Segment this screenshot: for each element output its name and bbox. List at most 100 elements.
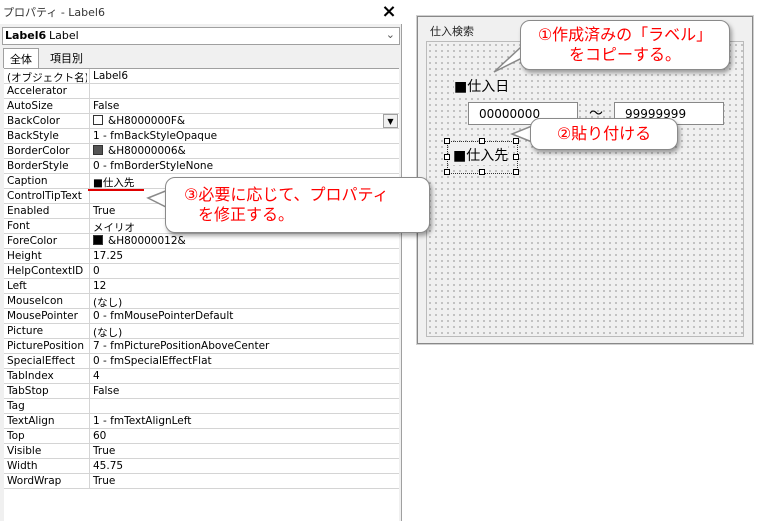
color-swatch-icon	[93, 115, 103, 125]
property-value[interactable]: &H8000000F&	[90, 115, 185, 127]
property-name: Left	[7, 280, 27, 292]
dropdown-arrow-icon[interactable]: ▼	[383, 114, 398, 128]
property-value[interactable]: False	[90, 100, 119, 112]
callout-step-3: ③必要に応じて、プロパティ を修正する。	[165, 177, 430, 233]
property-row[interactable]: TextAlign 1 - fmTextAlignLeft	[4, 414, 399, 429]
property-value[interactable]: 0 - fmSpecialEffectFlat	[90, 355, 212, 367]
resize-handle[interactable]	[444, 138, 450, 144]
property-row[interactable]: Left 12	[4, 279, 399, 294]
property-value-text: 1 - fmBackStyleOpaque	[93, 130, 218, 142]
property-value-text: Label6	[93, 70, 129, 82]
property-row[interactable]: (オブジェクト名) Label6	[4, 69, 399, 84]
resize-handle[interactable]	[479, 169, 485, 175]
property-value[interactable]: 4	[90, 370, 100, 382]
property-value[interactable]: 45.75	[90, 460, 123, 472]
property-row[interactable]: WordWrap True	[4, 474, 399, 489]
property-row[interactable]: BorderColor &H80000006&	[4, 144, 399, 159]
property-value[interactable]: Label6	[90, 70, 128, 82]
property-row[interactable]: MouseIcon (なし)	[4, 294, 399, 309]
label-purchase-date[interactable]: ■仕入日	[454, 76, 510, 96]
property-value-text: 0 - fmBorderStyleNone	[93, 160, 214, 172]
property-value[interactable]: 17.25	[90, 250, 123, 262]
property-value[interactable]: True	[90, 445, 115, 457]
object-type: Label	[49, 29, 79, 42]
property-value[interactable]: (なし)	[90, 325, 122, 340]
property-value[interactable]: 0 - fmBorderStyleNone	[90, 160, 213, 172]
property-row[interactable]: HelpContextID 0	[4, 264, 399, 279]
property-name: BackStyle	[7, 130, 59, 142]
resize-handle[interactable]	[444, 169, 450, 175]
property-value-text: &H80000012&	[108, 235, 186, 247]
property-value[interactable]: 0 - fmMousePointerDefault	[90, 310, 233, 322]
property-row[interactable]: Visible True	[4, 444, 399, 459]
property-name: (オブジェクト名)	[7, 72, 87, 84]
resize-handle[interactable]	[479, 138, 485, 144]
property-row[interactable]: Tag	[4, 399, 399, 414]
property-value-text: ■仕入先	[93, 177, 135, 189]
property-row[interactable]: TabStop False	[4, 384, 399, 399]
object-select[interactable]: Label6 Label ⌄	[2, 27, 400, 45]
property-value-text: 17.25	[93, 250, 124, 262]
property-row[interactable]: BackStyle 1 - fmBackStyleOpaque	[4, 129, 399, 144]
property-row[interactable]: Height 17.25	[4, 249, 399, 264]
property-value[interactable]: 7 - fmPicturePositionAboveCenter	[90, 340, 269, 352]
property-value[interactable]: メイリオ	[90, 220, 135, 235]
tab-categorized[interactable]: 項目別	[44, 48, 89, 67]
property-value-text: (なし)	[93, 327, 123, 339]
property-row[interactable]: BackColor &H8000000F& ▼	[4, 114, 399, 129]
property-row[interactable]: Picture (なし)	[4, 324, 399, 339]
property-value-text: 0 - fmSpecialEffectFlat	[93, 355, 212, 367]
property-value[interactable]: False	[90, 385, 119, 397]
property-value[interactable]: (なし)	[90, 295, 122, 310]
caption-underline	[88, 189, 144, 191]
tab-alphabetic[interactable]: 全体	[3, 48, 39, 68]
column-divider	[89, 399, 90, 414]
property-value-text: True	[93, 475, 116, 487]
property-name: Tag	[7, 400, 25, 412]
property-row[interactable]: Top 60	[4, 429, 399, 444]
property-name: Picture	[7, 325, 44, 337]
property-row[interactable]: BorderStyle 0 - fmBorderStyleNone	[4, 159, 399, 174]
property-row[interactable]: Accelerator	[4, 84, 399, 99]
label-supplier[interactable]: ■仕入先	[453, 145, 509, 165]
property-name: Top	[7, 430, 25, 442]
property-row[interactable]: Width 45.75	[4, 459, 399, 474]
property-row[interactable]: MousePointer 0 - fmMousePointerDefault	[4, 309, 399, 324]
property-name: BorderColor	[7, 145, 70, 157]
property-row[interactable]: AutoSize False	[4, 99, 399, 114]
property-value[interactable]: &H80000006&	[90, 145, 186, 157]
property-value-text: 1 - fmTextAlignLeft	[93, 415, 192, 427]
property-name: MouseIcon	[7, 295, 64, 307]
property-value[interactable]: 1 - fmTextAlignLeft	[90, 415, 191, 427]
color-swatch-icon	[93, 145, 103, 155]
property-row[interactable]: SpecialEffect 0 - fmSpecialEffectFlat	[4, 354, 399, 369]
property-name: Font	[7, 220, 30, 232]
property-name: Accelerator	[7, 85, 67, 97]
property-value[interactable]: 12	[90, 280, 106, 292]
property-value[interactable]: 1 - fmBackStyleOpaque	[90, 130, 217, 142]
property-value-text: True	[93, 205, 116, 217]
property-value[interactable]: ■仕入先	[90, 175, 134, 190]
property-value[interactable]: 60	[90, 430, 106, 442]
property-row[interactable]: TabIndex 4	[4, 369, 399, 384]
property-row[interactable]: PicturePosition 7 - fmPicturePositionAbov…	[4, 339, 399, 354]
property-value-text: &H80000006&	[108, 145, 186, 157]
callout-step-2-text: ②貼り付ける	[556, 124, 652, 143]
column-divider	[89, 189, 90, 204]
property-name: Visible	[7, 445, 42, 457]
resize-handle[interactable]	[513, 169, 519, 175]
chevron-down-icon[interactable]: ⌄	[386, 28, 395, 41]
property-name: TabStop	[7, 385, 49, 397]
property-row[interactable]: ForeColor &H80000012&	[4, 234, 399, 249]
properties-window: プロパティ - Label6 × Label6 Label ⌄ 全体 項目別 (…	[0, 0, 402, 521]
property-value[interactable]: True	[90, 475, 115, 487]
property-value[interactable]: &H80000012&	[90, 235, 186, 247]
callout-step-1-line2: をコピーする。	[568, 45, 681, 64]
property-value-text: False	[93, 385, 120, 397]
property-value[interactable]: 0	[90, 265, 100, 277]
property-value[interactable]: True	[90, 205, 115, 217]
close-icon[interactable]: ×	[378, 1, 400, 23]
userform-canvas[interactable]: ■仕入日 00000000 〜 99999999 ■仕入先	[426, 41, 744, 337]
resize-handle[interactable]	[444, 154, 450, 160]
resize-handle[interactable]	[513, 154, 519, 160]
